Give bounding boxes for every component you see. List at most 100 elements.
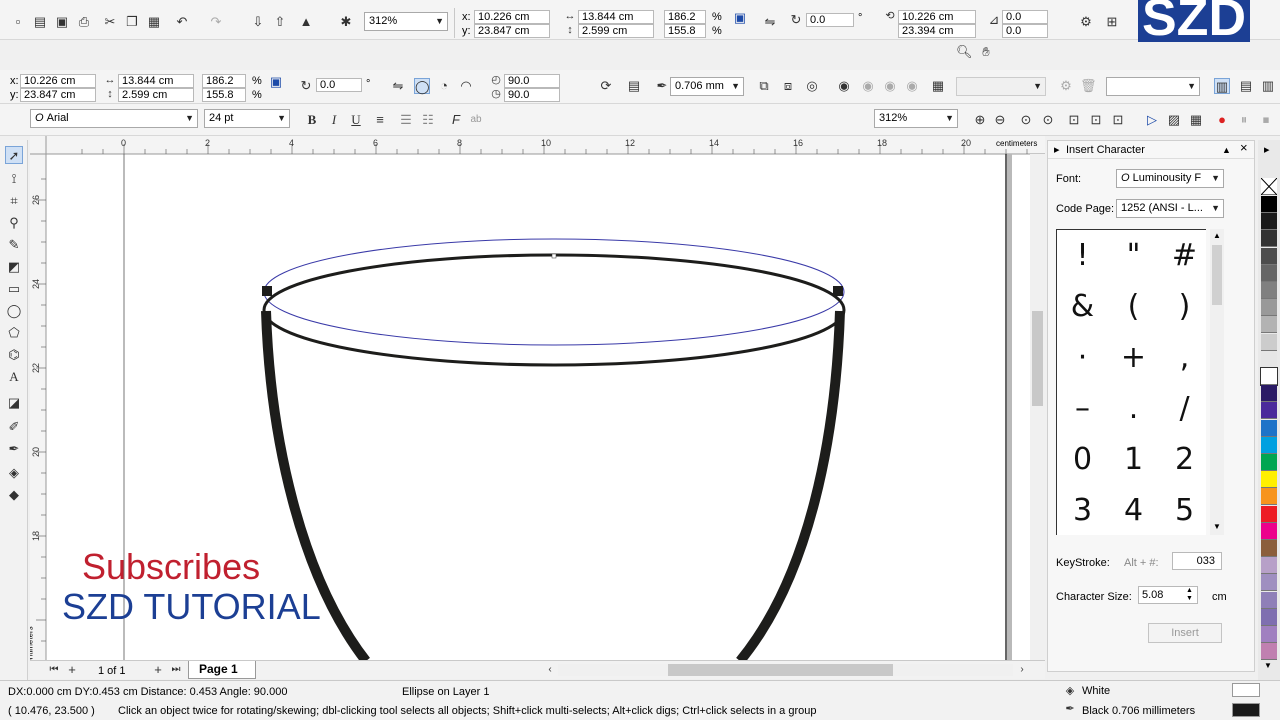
docker-font-combo[interactable]: O Luminousity F ▼ [1116, 169, 1224, 188]
character-grid-scroll-thumb[interactable] [1212, 245, 1222, 305]
character-cell[interactable]: , [1159, 332, 1206, 384]
options-icon[interactable]: ⚙ [1078, 14, 1094, 30]
effect-icon-1[interactable]: ◉ [836, 78, 852, 94]
convert-curves-icon[interactable]: ◎ [804, 78, 820, 94]
bowl-rim-ellipse[interactable] [262, 253, 846, 367]
color-swatch[interactable] [1261, 402, 1277, 420]
drop-cap-icon[interactable]: ☷ [420, 112, 436, 128]
color-swatch[interactable] [1261, 419, 1277, 437]
character-cell[interactable]: 5 [1159, 485, 1206, 535]
record-icon[interactable]: ● [1214, 112, 1230, 128]
ellipse-mode-icon[interactable]: ◯ [414, 78, 430, 94]
underline-icon[interactable]: U [348, 112, 364, 128]
color-swatch[interactable] [1261, 540, 1277, 557]
bullet-list-icon[interactable]: ☰ [398, 112, 414, 128]
horizontal-scrollbar[interactable] [558, 664, 1013, 676]
effect-icon-4[interactable]: ◉ [904, 78, 920, 94]
effect-icon-2[interactable]: ◉ [860, 78, 876, 94]
character-cell[interactable]: / [1159, 383, 1206, 435]
vertical-ruler[interactable] [30, 136, 46, 666]
color-swatch[interactable] [1261, 471, 1277, 489]
scroll-up-icon[interactable]: ▲ [1213, 230, 1221, 242]
italic-icon[interactable]: I [326, 112, 342, 128]
object-width-field[interactable]: 13.844 cm [118, 74, 194, 88]
character-cell[interactable]: 2 [1159, 434, 1206, 486]
color-swatch[interactable] [1261, 591, 1277, 609]
object-y-field[interactable]: 23.847 cm [20, 88, 96, 102]
publish-icon[interactable]: ▲ [298, 14, 314, 30]
drawing-canvas[interactable]: 0 2 4 6 8 10 12 14 16 18 20 26 24 22 20 18 centimeters… [30, 136, 1045, 679]
object-x-field[interactable]: 10.226 cm [20, 74, 96, 88]
basic-shapes-tool-icon[interactable]: ⌬ [5, 346, 23, 364]
horizontal-ruler[interactable] [30, 136, 1045, 154]
character-grid-scrollbar[interactable]: ▲ ▼ [1210, 229, 1224, 535]
skew-vertical-field[interactable]: 0.0 [1002, 24, 1048, 38]
zoom-tool-icon[interactable]: ⚲ [5, 214, 23, 232]
outline-width-combo[interactable]: 0.706 mm ▼ [670, 77, 744, 96]
color-swatch[interactable] [1261, 350, 1277, 368]
node-handle-right[interactable] [833, 286, 843, 296]
color-swatch[interactable] [1261, 626, 1277, 643]
vertical-scroll-thumb[interactable] [1032, 311, 1043, 406]
layout-icon-1[interactable]: ▥ [1214, 78, 1230, 94]
image-icon[interactable]: ▨ [1166, 112, 1182, 128]
character-cell[interactable]: ) [1159, 281, 1206, 333]
center-y-field[interactable]: 23.394 cm [898, 24, 976, 38]
center-x-field[interactable]: 10.226 cm [898, 10, 976, 24]
layout-icon-2[interactable]: ▤ [1238, 78, 1254, 94]
color-swatch[interactable] [1261, 213, 1277, 231]
text-tool-icon[interactable]: A [5, 368, 23, 386]
shape-tool-icon[interactable]: ⟟ [5, 170, 23, 188]
object-rotation-field[interactable]: 0.0 [316, 78, 362, 92]
style-combo[interactable]: ▼ [956, 77, 1046, 96]
palette-menu-icon[interactable]: ▸ [1264, 144, 1270, 156]
layout-icon-3[interactable]: ▥ [1260, 78, 1276, 94]
macro-icon[interactable]: ▦ [1188, 112, 1204, 128]
character-cell[interactable]: ( [1108, 281, 1160, 333]
scale-height-field[interactable]: 155.8 [664, 24, 706, 38]
align-icon[interactable]: ≡ [372, 112, 388, 128]
bowl-right-side[interactable] [736, 310, 845, 665]
lock-ratio-icon[interactable]: ▣ [268, 74, 284, 90]
object-height-field[interactable]: 2.599 cm [118, 88, 194, 102]
pan-tool-icon[interactable]: ✋︎ [978, 44, 994, 60]
color-swatch[interactable] [1261, 282, 1277, 299]
fill-color-swatch[interactable] [1232, 683, 1260, 697]
docker-collapse-icon[interactable]: ▲ [1222, 144, 1231, 156]
copy-icon[interactable]: ❐ [124, 14, 140, 30]
to-front-icon[interactable]: ⧉ [756, 78, 772, 94]
zoom-tool-icon[interactable]: 🔍︎ [956, 44, 973, 60]
outline-tool-icon[interactable]: ✒ [5, 440, 23, 458]
character-cell[interactable]: 4 [1108, 485, 1160, 535]
polygon-tool-icon[interactable]: ⬠ [5, 324, 23, 342]
object-scale-height-field[interactable]: 155.8 [202, 88, 246, 102]
scroll-down-icon[interactable]: ▼ [1213, 521, 1221, 533]
mirror-icon[interactable]: ⇋ [762, 14, 778, 30]
zoom-page-icon[interactable]: ⊡ [1066, 112, 1082, 128]
color-swatch[interactable] [1261, 264, 1277, 282]
zoom-out-icon[interactable]: ⊖ [992, 112, 1008, 128]
pie-mode-icon[interactable]: ◔ [436, 78, 452, 94]
wrap-icon[interactable]: ▤ [626, 78, 642, 94]
docker-pin-icon[interactable]: ▸ [1054, 144, 1060, 156]
stop-icon[interactable]: ⏹︎ [1258, 112, 1274, 128]
eyedropper-tool-icon[interactable]: ✐ [5, 418, 23, 436]
save-icon[interactable]: ▣ [54, 14, 70, 30]
add-page-after-icon[interactable]: + [150, 662, 166, 678]
play-icon[interactable]: ▷ [1144, 112, 1160, 128]
rotation-angle-field[interactable]: 0.0 [806, 13, 854, 27]
interactive-tool-icon[interactable]: ◪ [5, 394, 23, 412]
color-swatch[interactable] [1261, 436, 1277, 454]
character-cell[interactable]: & [1057, 281, 1109, 333]
height-field[interactable]: 2.599 cm [578, 24, 654, 38]
no-color-swatch[interactable] [1260, 177, 1278, 196]
color-swatch[interactable] [1261, 557, 1277, 575]
pause-icon[interactable]: ⏸︎ [1236, 112, 1252, 128]
effect-icon-3[interactable]: ◉ [882, 78, 898, 94]
edit-text-icon[interactable]: ab [468, 112, 484, 128]
zoom-combo[interactable]: 312% ▼ [874, 109, 958, 128]
color-swatch[interactable] [1261, 608, 1277, 626]
color-swatch[interactable] [1261, 247, 1277, 265]
color-swatch[interactable] [1261, 316, 1277, 334]
wireframe-icon[interactable]: ✱ [338, 14, 354, 30]
